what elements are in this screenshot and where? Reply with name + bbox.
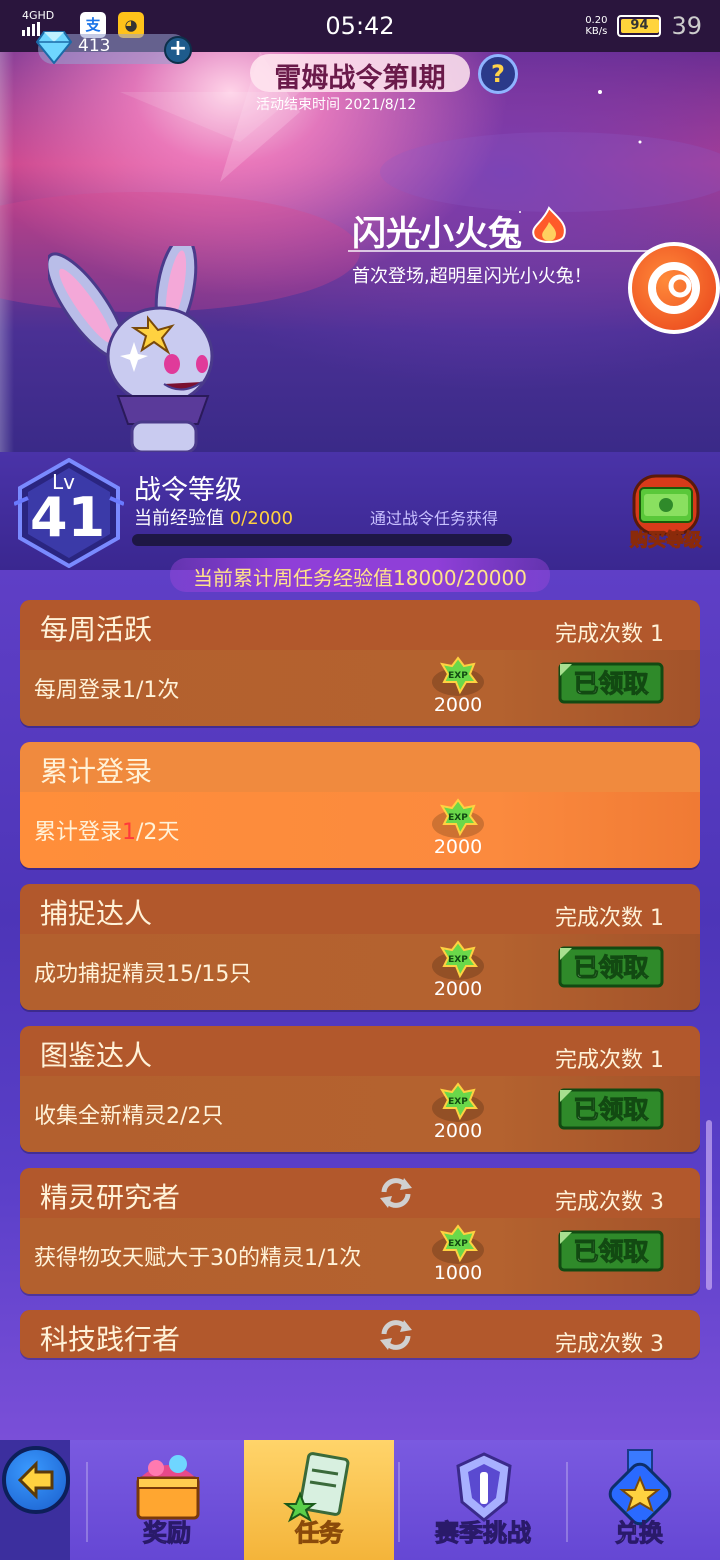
task-title: 累计登录 [40, 755, 153, 788]
add-gems-button[interactable]: + [164, 36, 192, 64]
season-title: 雷姆战令第l期 [274, 63, 446, 94]
exp-icon: EXP [432, 1224, 484, 1264]
tab-tasks[interactable]: 任务 [244, 1440, 394, 1560]
scrollbar[interactable] [706, 1120, 712, 1290]
task-completion-count: 完成次数 1 [555, 906, 664, 931]
task-completion-count: 完成次数 1 [555, 1048, 664, 1073]
task-desc-part: /2天 [136, 820, 180, 845]
speed-unit: KB/s [585, 26, 608, 37]
diamond-icon [36, 31, 72, 64]
speed-value: 0.20 [585, 15, 608, 26]
task-completion-count: 完成次数 3 [555, 1332, 664, 1357]
task-description: 获得物攻天赋大于30的精灵1/1次 [34, 1246, 362, 1271]
task-exp-amount: 2000 [433, 1120, 483, 1142]
task-card: 科技践行者 完成次数 3 [20, 1310, 700, 1358]
exp-icon-text: EXP [448, 813, 468, 823]
task-card: 捕捉达人 完成次数 1 成功捕捉精灵15/15只 EXP 2000 已领取 [20, 884, 700, 1010]
task-title: 每周活跃 [40, 613, 153, 646]
hero-promo-button[interactable] [628, 242, 720, 334]
arrow-left-icon [17, 1460, 54, 1500]
hero-divider [348, 250, 678, 252]
tab-season-challenge[interactable]: 赛季挑战 [408, 1440, 558, 1560]
task-exp-amount: 2000 [433, 978, 483, 1000]
exp-icon: EXP [432, 1082, 484, 1122]
exp-icon: EXP [432, 940, 484, 980]
buy-level-label[interactable]: 购买等级 [618, 526, 714, 552]
rank-title: 战令等级 [134, 475, 242, 506]
claimed-label: 已领取 [573, 1095, 649, 1125]
task-exp-amount: 1000 [433, 1262, 483, 1284]
tab-tasks-label: 任务 [295, 1519, 344, 1548]
task-card: 图鉴达人 完成次数 1 收集全新精灵2/2只 EXP 2000 已领取 [20, 1026, 700, 1152]
task-description: 收集全新精灵2/2只 [34, 1104, 224, 1129]
tab-exchange-label: 兑换 [615, 1519, 664, 1548]
task-card: 累计登录 累计登录1/2天 EXP 2000 [20, 742, 700, 868]
level-number: 41 [30, 486, 106, 549]
nav-separator [398, 1462, 400, 1542]
refresh-icon [380, 1320, 412, 1350]
exp-progress-track [132, 534, 512, 546]
task-completion-count: 完成次数 3 [555, 1190, 664, 1215]
exp-hint: 通过战令任务获得 [370, 509, 499, 528]
tab-rewards-label: 奖励 [143, 1519, 192, 1548]
tab-exchange[interactable]: 兑换 [564, 1440, 714, 1560]
exp-icon-text: EXP [448, 1097, 468, 1107]
claimed-label: 已领取 [573, 669, 649, 699]
hero-description: 首次登场,超明星闪光小火兔！ [352, 266, 592, 287]
exp-icon-text: EXP [448, 671, 468, 681]
gem-count: 413 [78, 36, 111, 56]
exp-icon-text: EXP [448, 955, 468, 965]
tab-rewards[interactable]: 奖励 [92, 1440, 242, 1560]
exp-icon-text: EXP [448, 1239, 468, 1249]
task-completion-count: 完成次数 1 [555, 622, 664, 647]
task-exp-amount: 2000 [433, 836, 483, 858]
weekly-exp-text: 当前累计周任务经验值18000/20000 [193, 566, 527, 590]
help-button[interactable]: ? [478, 54, 518, 94]
task-title: 图鉴达人 [40, 1039, 153, 1072]
exp-label-text: 当前经验值 [134, 508, 230, 529]
exp-icon: EXP [432, 656, 484, 696]
network-speed: 0.20 KB/s [585, 15, 607, 37]
back-button[interactable] [2, 1446, 70, 1514]
task-title: 精灵研究者 [40, 1181, 181, 1214]
task-card: 精灵研究者 完成次数 3 获得物攻天赋大于30的精灵1/1次 EXP 1000 已领取 [20, 1168, 700, 1294]
tab-season-label: 赛季挑战 [435, 1519, 532, 1548]
swirl-icon [648, 262, 700, 314]
flame-icon [532, 206, 566, 243]
task-desc-part: 累计登录 [34, 820, 123, 845]
exp-icon: EXP [432, 798, 484, 838]
task-exp-amount: 2000 [433, 694, 483, 716]
rabbit-mascot-image [48, 246, 214, 452]
task-description: 成功捕捉精灵15/15只 [34, 962, 252, 987]
task-description: 累计登录1/2天 [34, 814, 179, 846]
nav-separator [86, 1462, 88, 1542]
task-card: 每周活跃 完成次数 1 每周登录1/1次 EXP 2000 已领取 [20, 600, 700, 726]
task-title: 科技践行者 [40, 1323, 181, 1356]
battery-overlay-number: 39 [671, 12, 702, 40]
exp-value: 0/2000 [229, 508, 294, 529]
status-right: 0.20 KB/s 94 39 [585, 12, 702, 40]
claimed-label: 已领取 [573, 1237, 649, 1267]
battery-icon: 94 [617, 15, 662, 37]
task-title: 捕捉达人 [40, 897, 153, 930]
season-end-time: 活动结束时间 2021/8/12 [256, 97, 417, 113]
claimed-label: 已领取 [573, 953, 649, 983]
task-desc-highlight: 1 [122, 820, 137, 845]
task-description: 每周登录1/1次 [34, 678, 180, 703]
hero-name: 闪光小火兔 [352, 214, 522, 254]
battery-percent: 94 [630, 18, 649, 33]
exp-label: 当前经验值 0/2000 [134, 504, 293, 530]
refresh-icon [380, 1178, 412, 1208]
